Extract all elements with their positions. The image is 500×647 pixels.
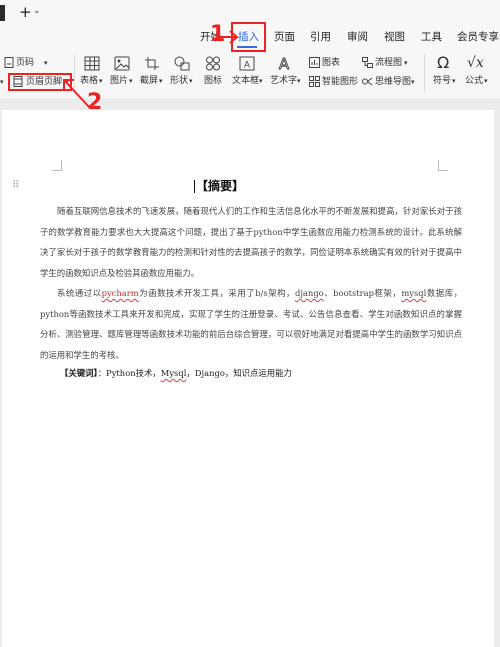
tab-member[interactable]: 会员专享 bbox=[457, 30, 499, 44]
symbol-button[interactable]: 符号 bbox=[433, 76, 451, 87]
keywords-label: 【关键词】 bbox=[60, 368, 98, 378]
spellcheck-word[interactable]: django bbox=[295, 288, 324, 298]
paragraph-drag-handle-icon[interactable]: ⠿ bbox=[12, 180, 19, 191]
p2-text: 、bootstrap框架， bbox=[323, 288, 402, 298]
smart-graphic-button[interactable]: 智能图形 bbox=[322, 77, 358, 88]
new-tab-button[interactable]: + bbox=[19, 4, 32, 20]
p2-text: 数据库，python等函数技术工具来开发和完成，实现了学生的注册登录、考试、公告… bbox=[40, 288, 462, 361]
omega-symbol-icon: Ω bbox=[437, 53, 450, 72]
table-dropdown-icon[interactable]: ▾ bbox=[99, 76, 103, 87]
screenshot-button[interactable]: 截屏 bbox=[140, 76, 158, 87]
page-number-dropdown-icon[interactable]: ▾ bbox=[44, 58, 48, 69]
chart-icon bbox=[309, 57, 320, 68]
wordart-dropdown-icon[interactable]: ▾ bbox=[297, 76, 301, 87]
left-dropdown-icon[interactable]: ▾ bbox=[0, 77, 4, 88]
abstract-paragraph-1[interactable]: 随着互联网信息技术的飞速发展，随着现代人们的工作和生活信息化水平的不断发展和提高… bbox=[40, 201, 462, 284]
mindmap-icon bbox=[362, 77, 373, 86]
flowchart-dropdown-icon[interactable]: ▾ bbox=[404, 58, 408, 69]
formula-sqrt-icon: √x bbox=[467, 55, 484, 71]
margin-corner-mark bbox=[52, 170, 62, 171]
flowchart-button[interactable]: 流程图 bbox=[375, 58, 402, 69]
text-cursor bbox=[194, 180, 195, 193]
screenshot-icon bbox=[145, 57, 159, 70]
annotation-arrow-1 bbox=[217, 30, 239, 44]
separator bbox=[424, 54, 425, 92]
wordart-button[interactable]: 艺术字 bbox=[270, 76, 297, 87]
tab-review[interactable]: 审阅 bbox=[347, 30, 368, 44]
annotation-arrow-2 bbox=[63, 79, 91, 109]
symbol-dropdown-icon[interactable]: ▾ bbox=[452, 76, 456, 87]
p2-text: 系统通过以 bbox=[57, 288, 102, 298]
tab-view[interactable]: 视图 bbox=[384, 30, 405, 44]
smart-graphic-icon bbox=[309, 76, 320, 87]
page-number-button[interactable]: 页码 bbox=[16, 58, 34, 69]
mindmap-button[interactable]: 思维导图 bbox=[375, 77, 411, 88]
picture-dropdown-icon[interactable]: ▾ bbox=[129, 76, 133, 87]
page-number-icon bbox=[4, 57, 14, 68]
formula-button[interactable]: 公式 bbox=[465, 76, 483, 87]
wordart-icon: A bbox=[278, 55, 290, 71]
icon-button[interactable]: 图标 bbox=[204, 76, 222, 87]
margin-corner-mark bbox=[61, 160, 62, 170]
formula-dropdown-icon[interactable]: ▾ bbox=[484, 76, 488, 87]
shape-icon bbox=[174, 56, 190, 71]
textbox-icon: A bbox=[239, 56, 255, 71]
spellcheck-word[interactable]: mysql bbox=[401, 288, 426, 298]
shape-button[interactable]: 形状 bbox=[170, 76, 188, 87]
abstract-paragraph-2[interactable]: 系统通过以pycharm为函数技术开发工具，采用了b/s架构，django、bo… bbox=[40, 283, 462, 366]
svg-text:A: A bbox=[244, 61, 251, 71]
keywords-line[interactable]: 【关键词】：Python技术，Mysql，Django，知识点运用能力 bbox=[60, 366, 292, 380]
margin-corner-mark bbox=[438, 170, 448, 171]
textbox-dropdown-icon[interactable]: ▾ bbox=[259, 76, 263, 87]
flowchart-icon bbox=[362, 57, 373, 68]
abstract-title[interactable]: 【摘要】 bbox=[196, 178, 306, 194]
svg-text:A: A bbox=[279, 55, 290, 71]
picture-icon bbox=[114, 56, 130, 71]
margin-corner-mark bbox=[438, 160, 439, 170]
table-icon bbox=[84, 56, 100, 71]
mindmap-dropdown-icon[interactable]: ▾ bbox=[411, 77, 415, 88]
shape-dropdown-icon[interactable]: ▾ bbox=[189, 76, 193, 87]
tab-page[interactable]: 页面 bbox=[274, 30, 295, 44]
keywords-text: ：Python技术， bbox=[97, 368, 161, 378]
textbox-button[interactable]: 文本框 bbox=[232, 76, 259, 87]
keywords-text: ，Django，知识点运用能力 bbox=[186, 368, 292, 378]
screenshot-dropdown-icon[interactable]: ▾ bbox=[159, 76, 163, 87]
icon-library-icon bbox=[206, 56, 220, 71]
picture-button[interactable]: 图片 bbox=[110, 76, 128, 87]
chart-button[interactable]: 图表 bbox=[322, 58, 340, 69]
spellcheck-word[interactable]: Mysql bbox=[161, 368, 187, 378]
tab-tools[interactable]: 工具 bbox=[421, 30, 442, 44]
document-tab-edge[interactable] bbox=[0, 5, 5, 21]
p2-text: 为函数技术开发工具，采用了b/s架构， bbox=[138, 288, 295, 298]
tab-references[interactable]: 引用 bbox=[310, 30, 331, 44]
spellcheck-word[interactable]: pycharm bbox=[102, 288, 139, 298]
new-tab-menu-icon[interactable]: ⌄ bbox=[33, 6, 41, 16]
